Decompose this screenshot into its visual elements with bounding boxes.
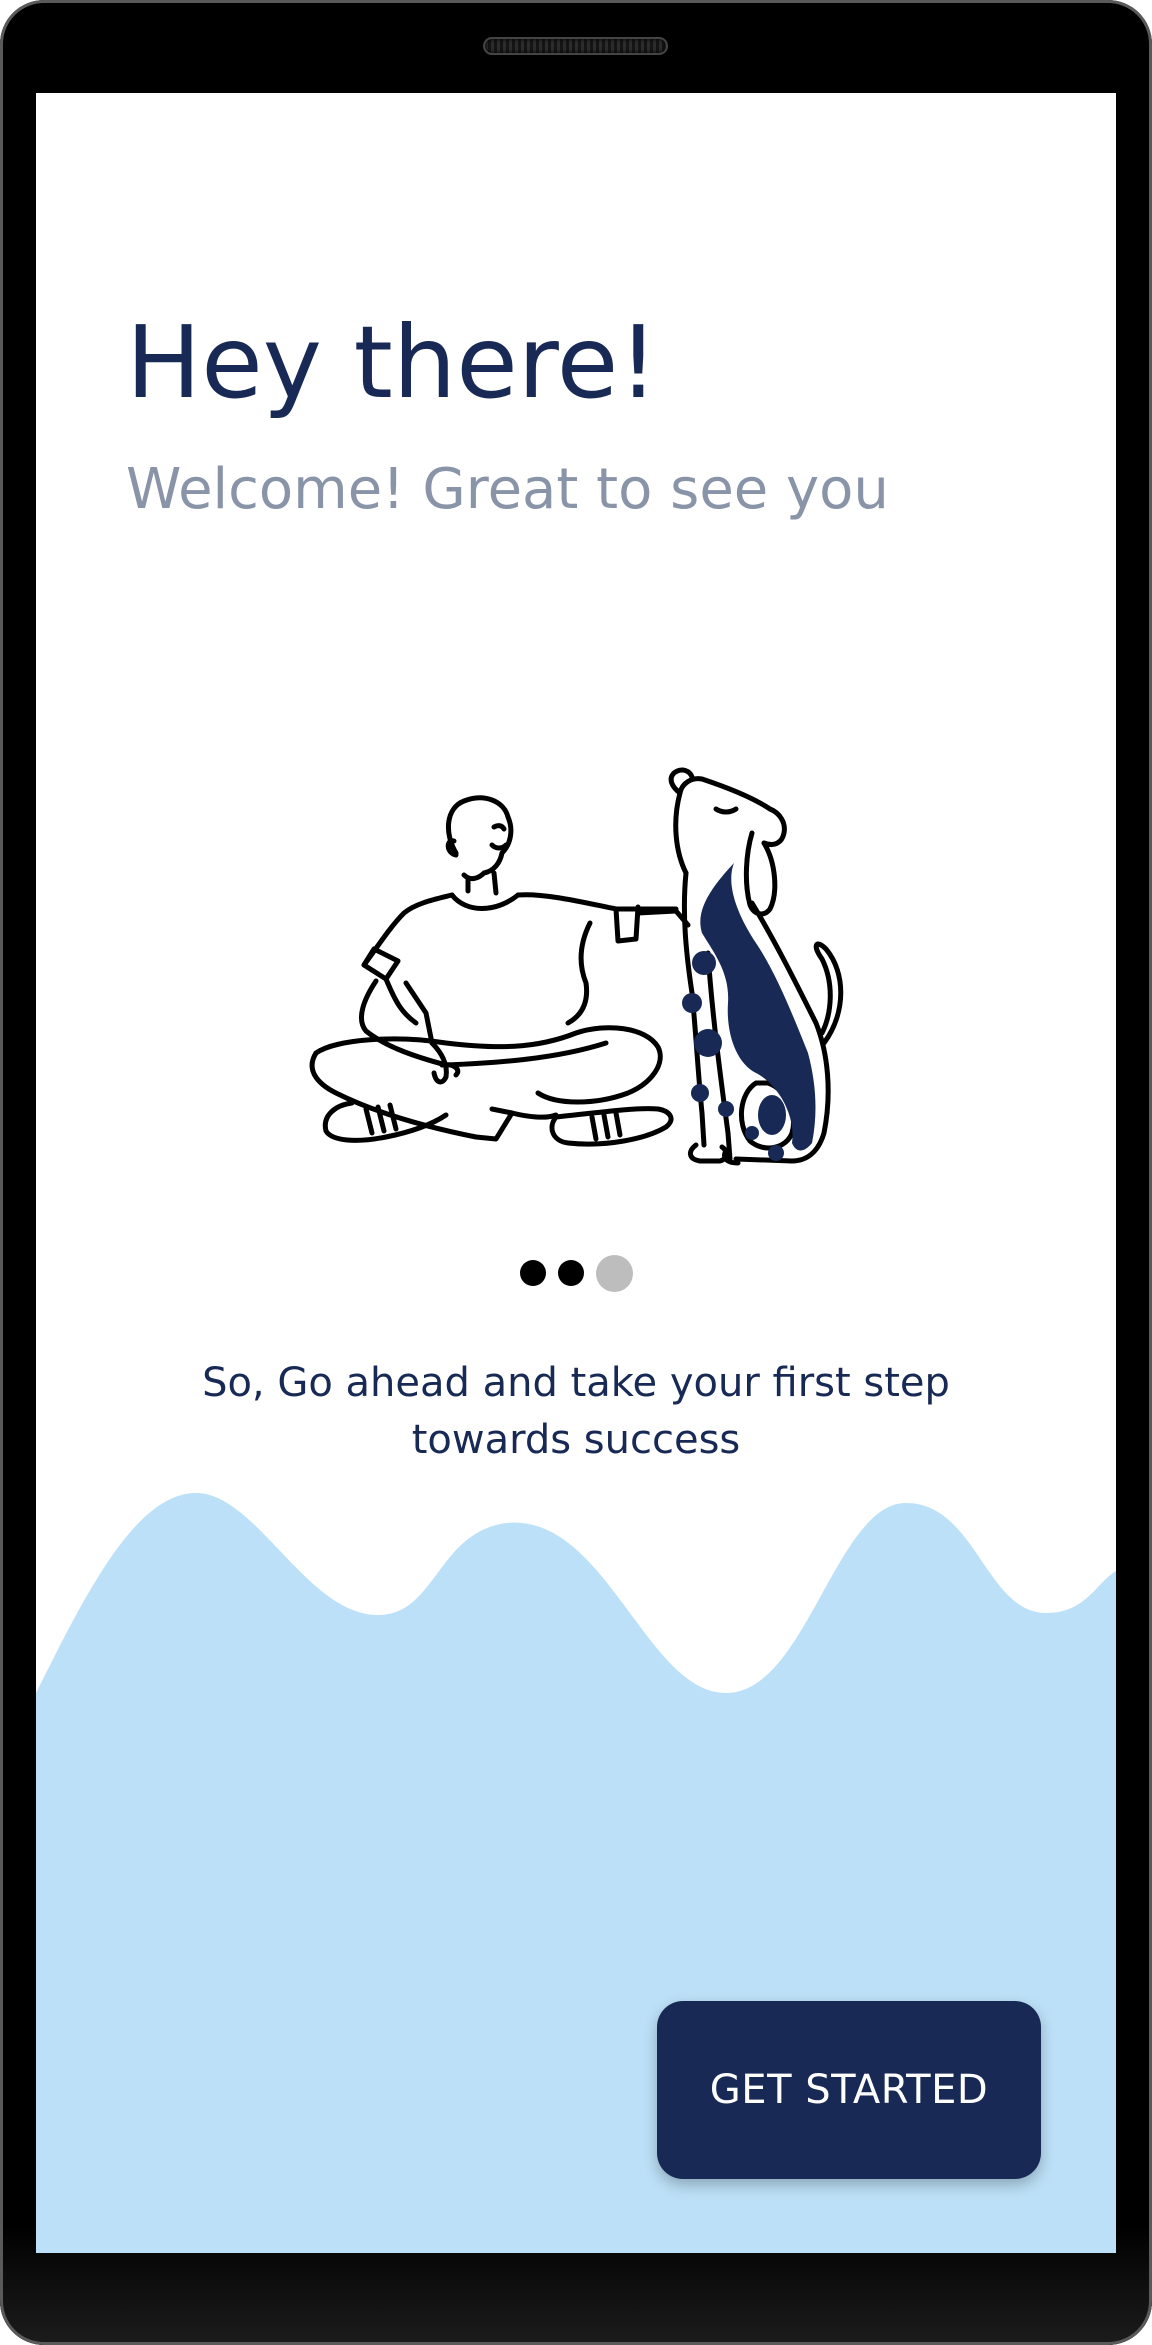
page-subtitle: Welcome! Great to see you (126, 457, 889, 522)
page-title: Hey there! (126, 304, 659, 421)
get-started-button[interactable]: GET STARTED (657, 2001, 1041, 2179)
pagination-dots (36, 1253, 1116, 1293)
pagination-dot-current[interactable] (595, 1254, 633, 1292)
man-with-dog-illustration (309, 767, 844, 1166)
onboarding-tagline: So, Go ahead and take your first step to… (202, 1360, 950, 1463)
earpiece-speaker (483, 37, 668, 55)
onboarding-screen: Hey there! Welcome! Great to see you So,… (36, 93, 1116, 2253)
pagination-dot[interactable] (519, 1260, 546, 1286)
pagination-dot[interactable] (557, 1260, 584, 1286)
phone-frame: Hey there! Welcome! Great to see you So,… (0, 0, 1152, 2345)
